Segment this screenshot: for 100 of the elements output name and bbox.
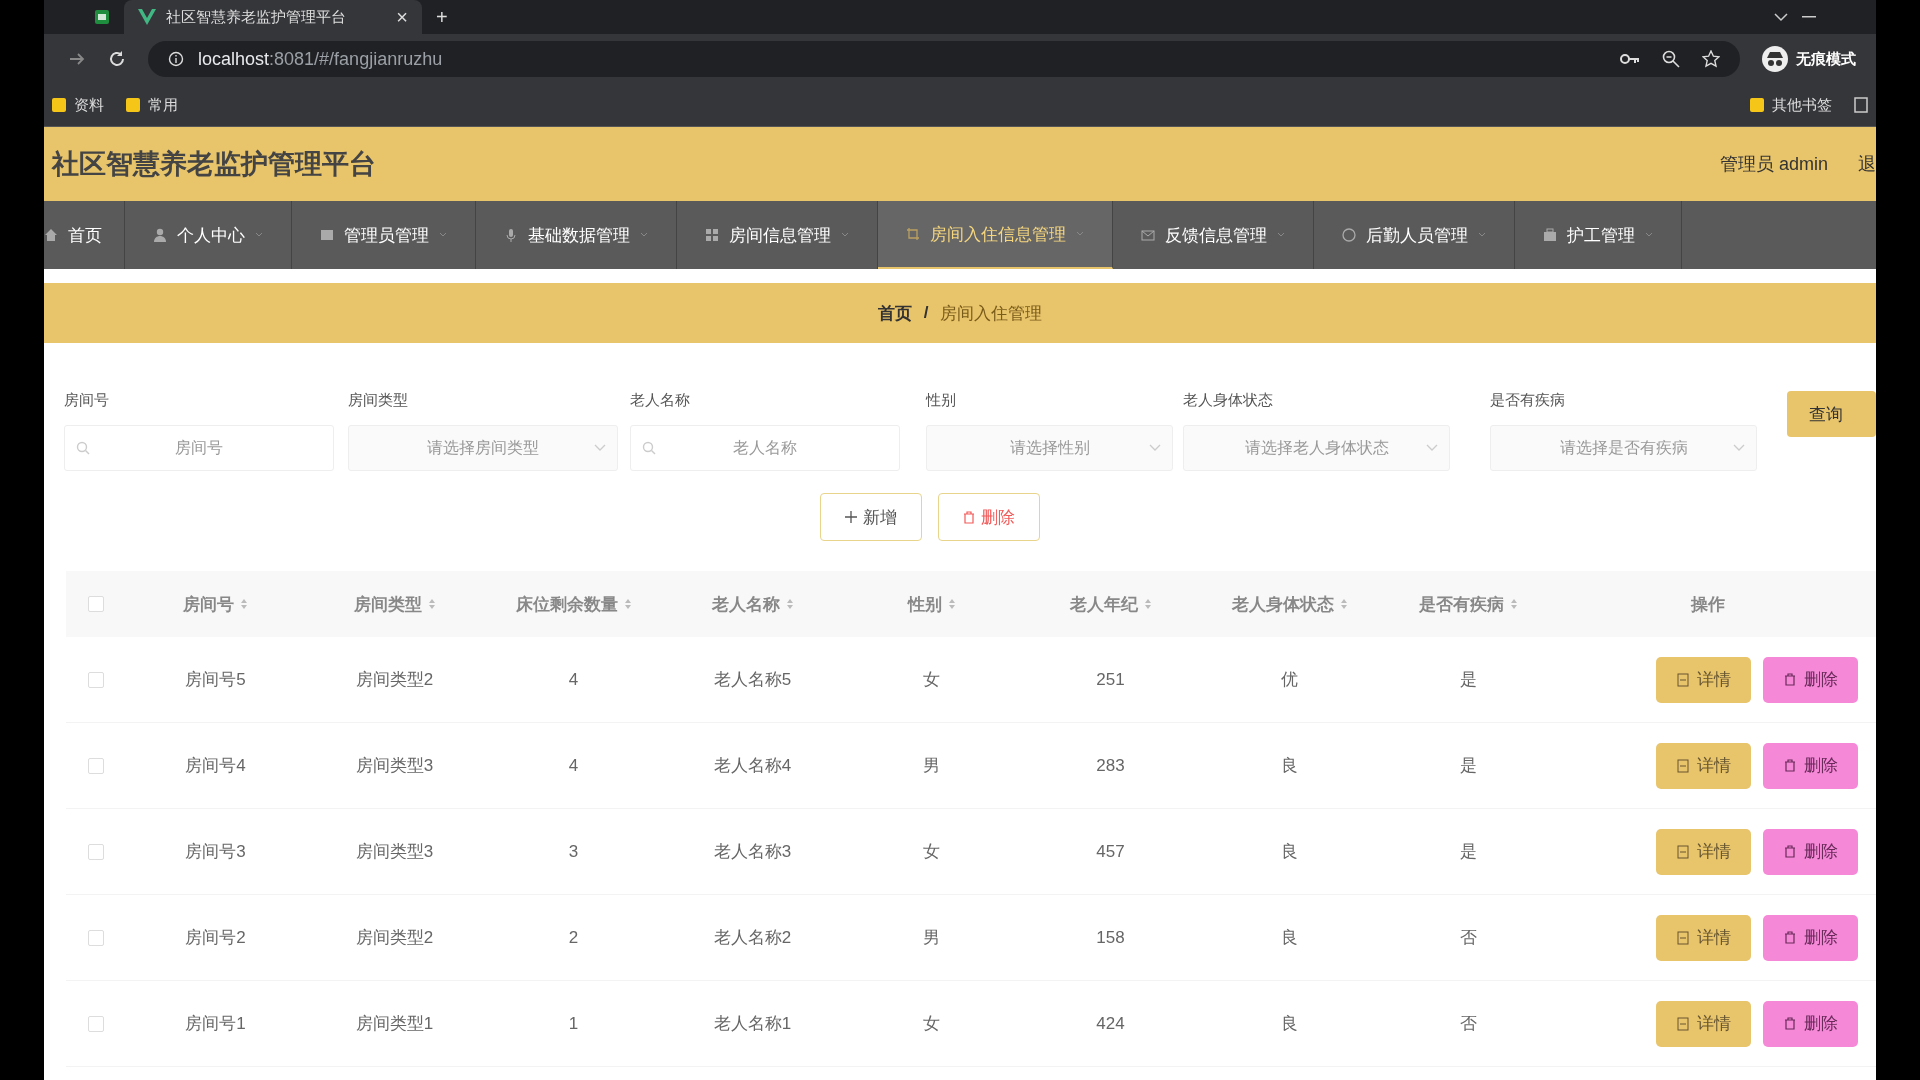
browser-tab[interactable]: 社区智慧养老监护管理平台 × <box>124 0 422 34</box>
address-field[interactable]: localhost:8081/#/fangjianruzhu <box>148 41 1740 77</box>
trash-icon <box>1783 931 1796 944</box>
sort-icon[interactable] <box>240 598 248 610</box>
table-cell-text: 良 <box>1281 1013 1298 1035</box>
nav-tab[interactable]: 基础数据管理 <box>476 201 677 269</box>
table-cell-text: 房间号1 <box>185 1013 246 1035</box>
document-icon <box>1676 930 1689 945</box>
filter-label: 老人名称 <box>629 391 691 409</box>
checkbox[interactable] <box>88 671 104 688</box>
trash-icon <box>1783 1017 1796 1030</box>
checkbox[interactable] <box>88 1015 104 1032</box>
sort-icon[interactable] <box>1339 598 1348 610</box>
table-cell: 4 <box>568 755 579 776</box>
nav-tab[interactable]: 护工管理 <box>1515 201 1682 269</box>
logout-link[interactable]: 退 <box>1858 152 1876 176</box>
detail-button[interactable]: 详情 <box>1656 656 1751 703</box>
select-field[interactable]: 请选择是否有疾病 <box>1490 425 1758 471</box>
zoom-icon[interactable] <box>1662 50 1680 68</box>
caret-icon <box>640 232 648 238</box>
table-cell-text: 男 <box>923 927 940 949</box>
checkbox[interactable] <box>88 843 104 860</box>
query-button[interactable]: 查询 <box>1786 391 1876 437</box>
breadcrumb-separator: / <box>923 303 929 323</box>
search-field[interactable]: 老人名称 <box>629 425 900 471</box>
table-cell-text: 良 <box>1281 841 1298 863</box>
select-field[interactable]: 请选择房间类型 <box>347 425 618 471</box>
chevron-down-icon <box>1149 444 1162 452</box>
nav-tab[interactable]: 管理员管理 <box>292 201 476 269</box>
table-cell-text: 房间类型2 <box>355 927 434 949</box>
detail-button[interactable]: 详情 <box>1656 742 1751 789</box>
delete-button[interactable]: 删除 <box>1763 742 1858 789</box>
incognito-icon <box>1762 46 1788 72</box>
caret-icon <box>1478 232 1486 238</box>
nav-tab[interactable]: 反馈信息管理 <box>1113 201 1314 269</box>
delete-button[interactable]: 删除 <box>1763 914 1858 961</box>
delete-button[interactable]: 删除 <box>1763 656 1858 703</box>
sort-icon[interactable] <box>785 598 794 610</box>
filter-label: 老人身体状态 <box>1183 391 1275 409</box>
table-cell-text: 否 <box>1460 927 1477 949</box>
add-button[interactable]: 新增 <box>820 493 922 541</box>
reload-icon[interactable] <box>108 50 126 68</box>
select-field[interactable]: 请选择老人身体状态 <box>1183 425 1451 471</box>
bookmark-folder[interactable]: 常用 <box>126 95 178 115</box>
caret-icon <box>255 232 263 238</box>
detail-button[interactable]: 详情 <box>1656 1000 1751 1047</box>
checkbox[interactable] <box>88 929 104 946</box>
table-cell-text: 老人名称4 <box>713 755 792 777</box>
vue-logo-icon <box>138 9 156 25</box>
trash-icon <box>1783 845 1796 858</box>
square-icon <box>320 228 334 242</box>
caret-icon <box>1076 231 1084 237</box>
table-cell-text: 良 <box>1281 755 1298 777</box>
table-cell-text: 房间类型1 <box>355 1013 434 1035</box>
nav-tab[interactable]: 个人中心 <box>125 201 292 269</box>
nav-tab[interactable]: 房间入住信息管理 <box>878 201 1113 269</box>
table-cell: 1 <box>568 1013 579 1034</box>
sort-icon[interactable] <box>1510 598 1518 610</box>
incognito-button[interactable]: 无痕模式 <box>1762 46 1856 72</box>
bookmark-folder[interactable]: 其他书签 <box>1750 95 1832 115</box>
detail-button[interactable]: 详情 <box>1656 914 1751 961</box>
nav-tab[interactable]: 后勤人员管理 <box>1314 201 1515 269</box>
bookmark-folder[interactable]: 资料 <box>52 95 104 115</box>
sort-icon[interactable] <box>623 598 632 610</box>
chevron-down-icon[interactable] <box>1774 12 1788 22</box>
breadcrumb-link[interactable]: 首页 <box>877 301 912 325</box>
nav-tab[interactable]: 首页 <box>44 201 125 269</box>
table-cell-text: 房间类型2 <box>355 669 434 691</box>
table-cell-text: 房间类型3 <box>355 841 434 863</box>
sort-icon[interactable] <box>947 598 956 610</box>
breadcrumb-current: 房间入住管理 <box>940 302 1043 325</box>
select-field[interactable]: 请选择性别 <box>926 425 1174 471</box>
search-field[interactable]: 房间号 <box>64 425 334 471</box>
sort-icon[interactable] <box>427 598 436 610</box>
detail-button[interactable]: 详情 <box>1656 828 1751 875</box>
delete-button[interactable]: 删除 <box>1763 1000 1858 1047</box>
info-icon[interactable] <box>168 51 184 67</box>
delete-button[interactable]: 删除 <box>1763 828 1858 875</box>
checkbox[interactable] <box>88 596 104 612</box>
table-cell: 251 <box>1096 669 1125 690</box>
table-cell-text: 房间号4 <box>185 755 246 777</box>
sheet-icon[interactable] <box>94 9 110 25</box>
table-cell-text: 是 <box>1460 755 1477 777</box>
new-tab-button[interactable]: + <box>436 5 448 29</box>
document-icon <box>1676 844 1689 859</box>
trash-icon <box>1783 673 1796 686</box>
table-cell: 424 <box>1096 1013 1125 1034</box>
reading-list-icon[interactable] <box>1854 97 1868 113</box>
table-cell-text: 老人名称3 <box>713 841 792 863</box>
star-icon[interactable] <box>1702 50 1720 68</box>
sort-icon[interactable] <box>1143 598 1152 610</box>
table-cell-text: 是 <box>1460 841 1477 863</box>
checkbox[interactable] <box>88 757 104 774</box>
key-icon[interactable] <box>1620 53 1640 65</box>
forward-icon[interactable] <box>68 51 86 67</box>
minimize-icon[interactable] <box>1802 15 1816 19</box>
close-tab-button[interactable]: × <box>396 5 408 29</box>
app-title: 社区智慧养老监护管理平台 <box>52 148 376 181</box>
grid-icon <box>705 228 719 242</box>
table-cell: 2 <box>568 927 579 948</box>
